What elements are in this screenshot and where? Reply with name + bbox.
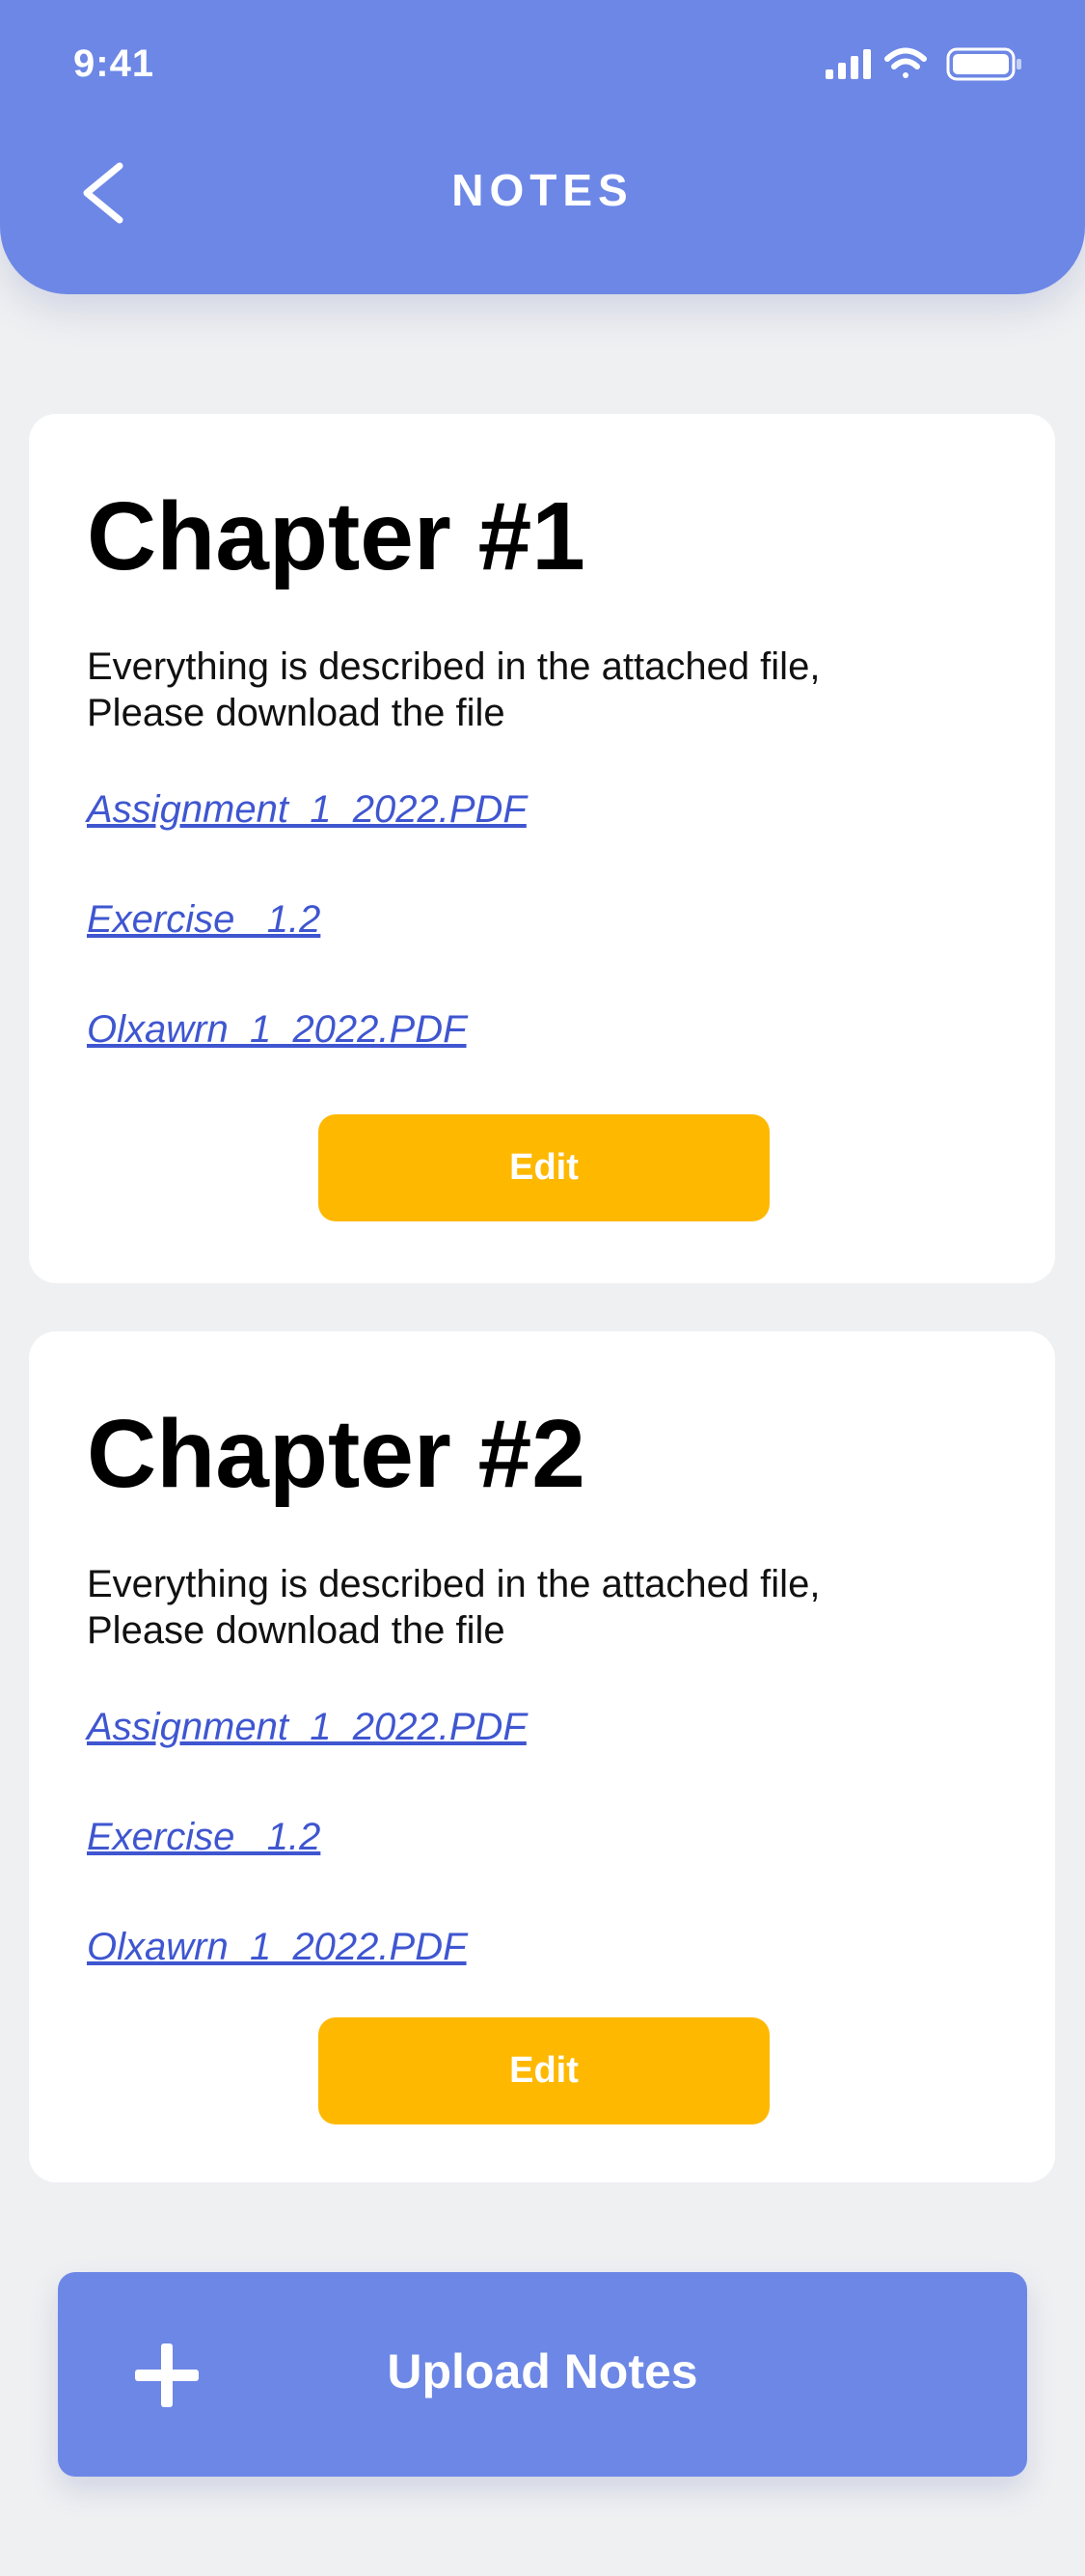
chapter-card: Chapter #2 Everything is described in th… (29, 1331, 1055, 2182)
description-line: Everything is described in the attached … (87, 645, 821, 688)
edit-button[interactable]: Edit (318, 2017, 770, 2124)
description-line: Please download the file (87, 1609, 505, 1652)
file-link[interactable]: Exercise _1.2 (87, 1816, 320, 1859)
signal-icon (826, 49, 871, 79)
file-link[interactable]: Assignment_1_2022.PDF (87, 1706, 527, 1749)
file-link[interactable]: Exercise _1.2 (87, 898, 320, 942)
upload-notes-label: Upload Notes (387, 2344, 698, 2398)
chapter-description: Everything is described in the attached … (87, 1561, 955, 1654)
status-icons (826, 47, 1021, 81)
edit-button[interactable]: Edit (318, 1114, 770, 1221)
battery-icon (946, 47, 1021, 81)
description-line: Please download the file (87, 692, 505, 734)
wifi-icon (884, 47, 927, 78)
file-link[interactable]: Assignment_1_2022.PDF (87, 788, 527, 832)
chapter-title: Chapter #1 (87, 482, 585, 590)
description-line: Everything is described in the attached … (87, 1563, 821, 1605)
file-link[interactable]: Olxawrn_1_2022.PDF (87, 1008, 467, 1052)
upload-notes-button[interactable]: Upload Notes (58, 2272, 1027, 2477)
file-link[interactable]: Olxawrn_1_2022.PDF (87, 1926, 467, 1969)
status-time: 9:41 (73, 42, 155, 85)
chapter-description: Everything is described in the attached … (87, 644, 955, 736)
chapter-card: Chapter #1 Everything is described in th… (29, 414, 1055, 1283)
chapter-title: Chapter #2 (87, 1400, 585, 1508)
app-header: 9:41 NOTES (0, 0, 1085, 294)
page-title: NOTES (451, 165, 634, 215)
